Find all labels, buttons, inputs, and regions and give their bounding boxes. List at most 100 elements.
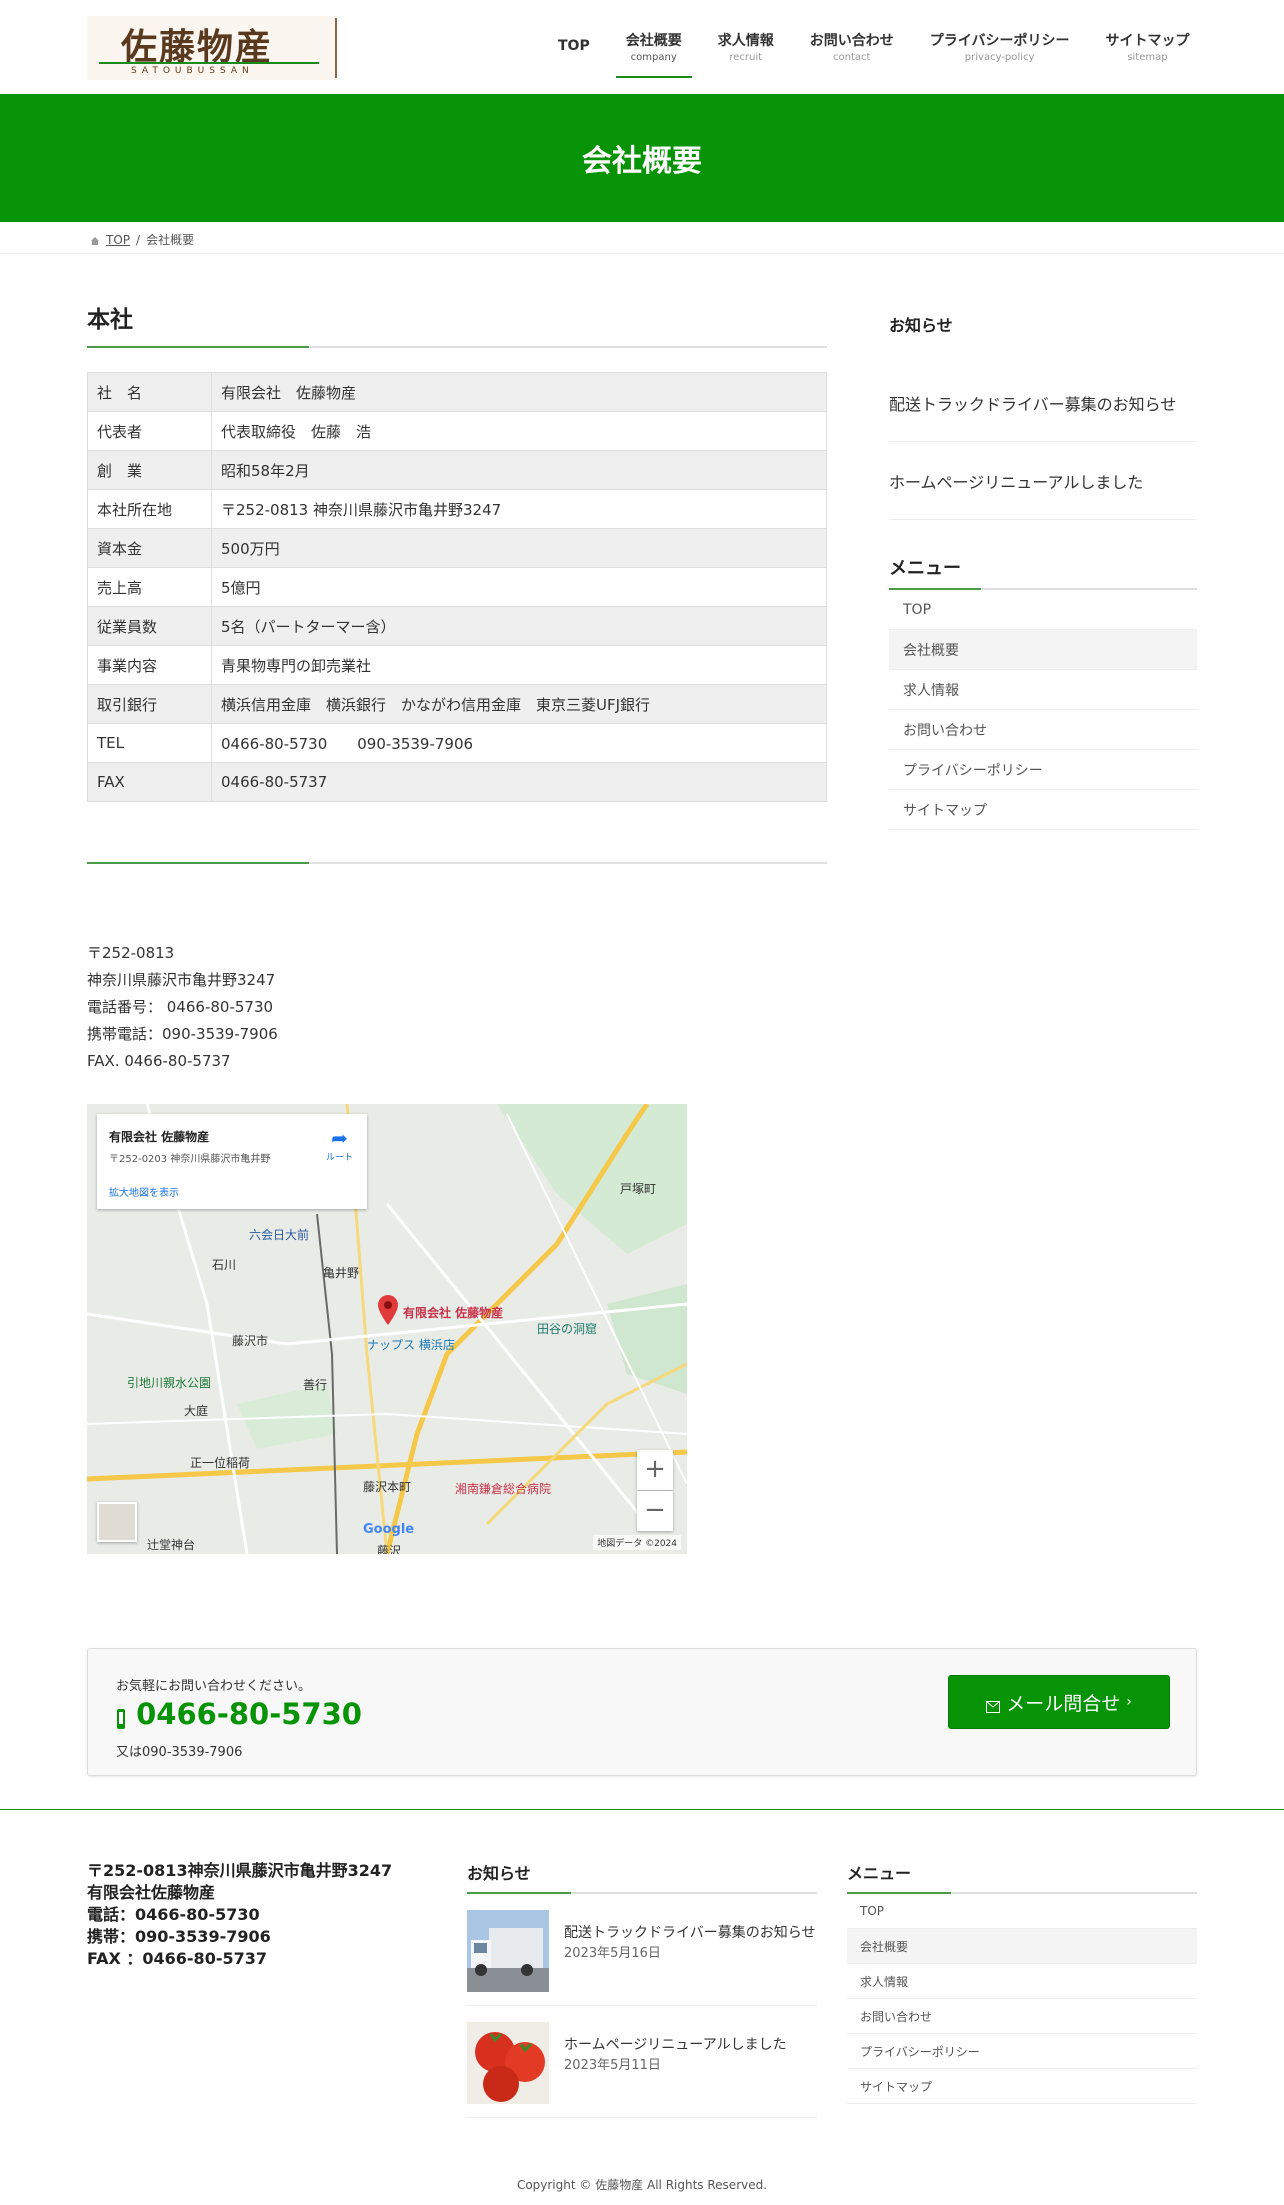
nav-sublabel: contact xyxy=(833,52,871,63)
sidebar-menu-item-recruit[interactable]: 求人情報 xyxy=(889,670,1197,710)
address-line: 神奈川県藤沢市亀井野3247 xyxy=(87,971,276,989)
site-footer: 〒252-0813神奈川県藤沢市亀井野3247 有限会社佐藤物産 電話：0466… xyxy=(0,1809,1284,2205)
section-divider xyxy=(87,862,827,864)
sidebar-news-item[interactable]: 配送トラックドライバー募集のお知らせ xyxy=(889,364,1197,442)
table-row: 社 名有限会社 佐藤物産 xyxy=(87,372,827,412)
logo-underline xyxy=(99,62,319,64)
nav-item-recruit[interactable]: 求人情報 recruit xyxy=(700,22,792,78)
map-place-label: 藤沢市 xyxy=(232,1334,269,1348)
nav-item-privacy[interactable]: プライバシーポリシー privacy-policy xyxy=(912,22,1088,78)
row-value: 横浜信用金庫 横浜銀行 かながわ信用金庫 東京三菱UFJ銀行 xyxy=(211,684,827,724)
map-place-label: 戸塚町 xyxy=(620,1182,657,1196)
contact-phone[interactable]: 0466-80-5730 xyxy=(116,1697,362,1731)
sidebar-news-list: 配送トラックドライバー募集のお知らせ ホームページリニューアルしました xyxy=(889,364,1197,520)
row-key: 従業員数 xyxy=(87,606,212,646)
row-value: 5億円 xyxy=(211,567,827,607)
title-underline xyxy=(87,346,827,348)
sidebar-menu-item-top[interactable]: TOP xyxy=(889,590,1197,630)
contact-box: お気軽にお問い合わせください。 0466-80-5730 又は090-3539-… xyxy=(87,1648,1197,1776)
row-key: 資本金 xyxy=(87,528,212,568)
zoom-out-button[interactable]: − xyxy=(637,1491,673,1531)
table-row: 従業員数 5名（パートターマー含） xyxy=(87,606,827,646)
footer-address-line: 有限会社佐藤物産 xyxy=(87,1883,216,1902)
address-line: 携帯電話：090-3539-7906 xyxy=(87,1025,278,1043)
chevron-right-icon: › xyxy=(1126,1694,1132,1710)
breadcrumb: TOP / 会社概要 xyxy=(0,222,1284,254)
nav-item-top[interactable]: TOP xyxy=(540,22,608,78)
mail-contact-button[interactable]: メール問合せ › xyxy=(948,1675,1170,1729)
zoom-in-button[interactable]: + xyxy=(637,1450,673,1490)
footer-menu-item-privacy[interactable]: プライバシーポリシー xyxy=(847,2034,1197,2069)
sidebar-menu-item-contact[interactable]: お問い合わせ xyxy=(889,710,1197,750)
footer-news-heading: お知らせ xyxy=(467,1864,531,1883)
footer-news-title: ホームページリニューアルしました xyxy=(564,2037,787,2053)
nav-label: 求人情報 xyxy=(717,33,774,49)
footer-news-date: 2023年5月16日 xyxy=(564,1946,661,1961)
main-content: 本社 社 名有限会社 佐藤物産 代表者 代表取締役 佐藤 浩 創 業昭和58年2月… xyxy=(87,300,827,1075)
nav-item-company[interactable]: 会社概要 company xyxy=(608,22,700,78)
sidebar-menu-heading: メニュー xyxy=(889,558,961,579)
nav-sublabel: privacy-policy xyxy=(964,52,1035,63)
footer-menu-item-recruit[interactable]: 求人情報 xyxy=(847,1964,1197,1999)
nav-item-sitemap[interactable]: サイトマップ sitemap xyxy=(1087,22,1207,78)
map-place-label: ナップス 横浜店 xyxy=(367,1338,455,1352)
footer-menu-item-contact[interactable]: お問い合わせ xyxy=(847,1999,1197,2034)
sidebar-menu-item-sitemap[interactable]: サイトマップ xyxy=(889,790,1197,830)
map-pin-icon[interactable] xyxy=(377,1294,399,1326)
breadcrumb-home-link[interactable]: TOP xyxy=(106,233,130,247)
sidebar-menu-item-company[interactable]: 会社概要 xyxy=(889,630,1197,670)
page-hero: 会社概要 xyxy=(0,94,1284,222)
footer-address-line: 電話：0466-80-5730 xyxy=(87,1905,260,1924)
map-place-label: 六会日大前 xyxy=(249,1228,310,1242)
directions-button[interactable]: ➦ ルート xyxy=(326,1126,353,1163)
footer-news-date: 2023年5月11日 xyxy=(564,2058,661,2073)
map-pin-label: 有限会社 佐藤物産 xyxy=(403,1306,504,1320)
map-place-label: 辻堂神台 xyxy=(147,1538,196,1552)
nav-sublabel: company xyxy=(630,52,677,63)
footer-menu-item-sitemap[interactable]: サイトマップ xyxy=(847,2069,1197,2104)
nav-label: サイトマップ xyxy=(1105,33,1190,49)
section-title: 本社 xyxy=(87,307,133,333)
row-key: TEL xyxy=(87,723,212,763)
address-line: 電話番号： 0466-80-5730 xyxy=(87,998,274,1016)
map-place-label: 田谷の洞窟 xyxy=(537,1322,598,1336)
footer-news-item[interactable]: 配送トラックドライバー募集のお知らせ 2023年5月16日 xyxy=(467,1894,817,2006)
footer-news-item[interactable]: ホームページリニューアルしました 2023年5月11日 xyxy=(467,2006,817,2118)
company-info-table: 社 名有限会社 佐藤物産 代表者 代表取締役 佐藤 浩 創 業昭和58年2月 本社… xyxy=(87,372,827,802)
table-row: 事業内容 青果物専門の卸売業社 xyxy=(87,645,827,685)
footer-menu-item-company[interactable]: 会社概要 xyxy=(847,1929,1197,1964)
row-key: 社 名 xyxy=(87,372,212,412)
site-logo[interactable]: 佐藤物産 SATOUBUSSAN xyxy=(87,16,337,80)
footer-menu-underline xyxy=(847,1892,1197,1894)
sidebar-menu-item-privacy[interactable]: プライバシーポリシー xyxy=(889,750,1197,790)
logo-subtext: SATOUBUSSAN xyxy=(131,66,254,76)
row-value: 0466-80-5737 xyxy=(211,762,827,802)
map-place-label: 善行 xyxy=(303,1378,328,1392)
larger-map-link[interactable]: 拡大地図を表示 xyxy=(109,1184,179,1199)
nav-label: プライバシーポリシー xyxy=(929,33,1070,49)
footer-menu-item-top[interactable]: TOP xyxy=(847,1894,1197,1929)
map-place-label: 石川 xyxy=(212,1258,237,1272)
table-row: 資本金 500万円 xyxy=(87,528,827,568)
nav-label: お問い合わせ xyxy=(809,33,894,49)
footer-address-line: 〒252-0813神奈川県藤沢市亀井野3247 xyxy=(87,1861,393,1880)
address-line: 〒252-0813 xyxy=(87,944,175,962)
copyright: Copyright © 佐藤物産 All Rights Reserved. xyxy=(516,2178,768,2192)
street-view-pegman[interactable] xyxy=(97,1502,137,1542)
sidebar-menu-underline xyxy=(889,588,1197,590)
truck-thumbnail xyxy=(467,1910,549,1992)
row-value: 有限会社 佐藤物産 xyxy=(211,372,827,412)
map-place-label: 大庭 xyxy=(184,1404,209,1418)
nav-item-contact[interactable]: お問い合わせ contact xyxy=(792,22,912,78)
map-place-label: 湘南鎌倉総合病院 xyxy=(455,1482,552,1496)
sidebar-news-item[interactable]: ホームページリニューアルしました xyxy=(889,442,1197,520)
google-logo: Google xyxy=(363,1522,415,1537)
footer-news-title: 配送トラックドライバー募集のお知らせ xyxy=(564,1925,816,1941)
google-map[interactable]: 六会日大前 亀井野 藤沢市 石川 引地川親水公園 大庭 善行 ナップス 横浜店 … xyxy=(87,1104,687,1554)
nav-label: 会社概要 xyxy=(625,33,682,49)
row-key: 事業内容 xyxy=(87,645,212,685)
row-key: 取引銀行 xyxy=(87,684,212,724)
directions-icon: ➦ xyxy=(331,1126,348,1150)
footer-address-line: FAX ：0466-80-5737 xyxy=(87,1949,267,1968)
site-header: 佐藤物産 SATOUBUSSAN TOP 会社概要 company 求人情報 r… xyxy=(0,0,1284,94)
